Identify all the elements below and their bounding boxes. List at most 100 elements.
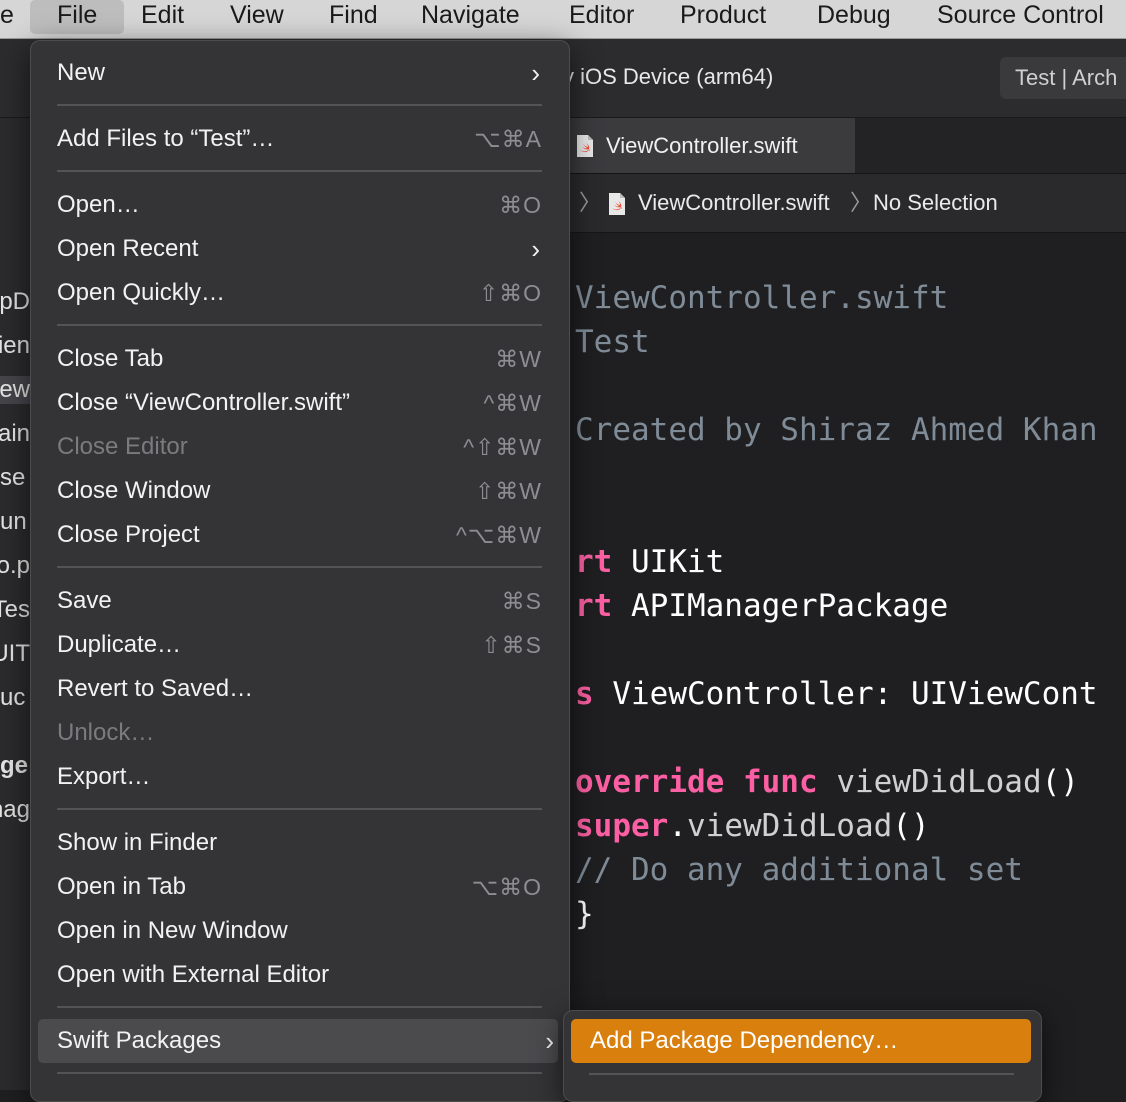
menubar-item-product[interactable]: Product xyxy=(680,0,766,38)
menu-item-label: Unlock… xyxy=(57,719,155,746)
menu-item-save[interactable]: Save ⌘S xyxy=(57,581,542,621)
menubar-item-edit[interactable]: Edit xyxy=(141,0,184,38)
menu-item-label: Save xyxy=(57,587,112,614)
menu-separator xyxy=(57,1072,542,1074)
menu-item-open[interactable]: Open… ⌘O xyxy=(57,185,542,225)
code-line: ViewController.swift xyxy=(575,280,949,316)
menu-item-label: Add Files to “Test”… xyxy=(57,125,275,152)
menu-separator xyxy=(589,1073,1014,1075)
menu-item-open-recent[interactable]: Open Recent › xyxy=(57,229,542,269)
menu-separator xyxy=(57,104,542,106)
menu-item-label: Revert to Saved… xyxy=(57,675,254,702)
menu-shortcut: ⌥⌘A xyxy=(474,126,542,152)
project-navigator: ppD ien ew ain se un o.p Tes UIT uc ge n… xyxy=(0,118,30,1090)
navigator-item[interactable]: o.p xyxy=(0,552,30,580)
swift-file-icon xyxy=(609,193,625,215)
code-line: rt APIManagerPackage xyxy=(575,588,949,624)
menu-shortcut: ⌥⌘O xyxy=(471,874,542,900)
menu-item-label: Swift Packages xyxy=(57,1027,222,1054)
jumpbar-selection[interactable]: No Selection xyxy=(873,174,998,232)
chevron-right-icon: 〉 xyxy=(579,190,602,215)
source-editor[interactable] xyxy=(563,233,1126,1090)
menu-item-add-package-dependency[interactable]: Add Package Dependency… xyxy=(571,1019,1031,1063)
menu-item-duplicate[interactable]: Duplicate… ⇧⌘S xyxy=(57,625,542,665)
menu-item-show-in-finder[interactable]: Show in Finder xyxy=(57,823,542,863)
menu-item-open-new-window[interactable]: Open in New Window xyxy=(57,911,542,951)
menu-separator xyxy=(57,170,542,172)
menu-item-revert[interactable]: Revert to Saved… xyxy=(57,669,542,709)
menu-item-add-files[interactable]: Add Files to “Test”… ⌥⌘A xyxy=(57,119,542,159)
menu-item-swift-packages[interactable]: Swift Packages › xyxy=(57,1021,554,1061)
menu-shortcut: ^⌘W xyxy=(483,390,542,416)
menu-item-export[interactable]: Export… xyxy=(57,757,542,797)
menu-item-label: Show in Finder xyxy=(57,829,218,856)
navigator-item[interactable]: ain xyxy=(0,420,30,448)
menu-item-label: Open in Tab xyxy=(57,873,186,900)
menu-shortcut: ⇧⌘W xyxy=(475,478,542,504)
code-line: super.viewDidLoad() xyxy=(575,808,930,844)
menu-item-close-editor: Close Editor ^⇧⌘W xyxy=(57,427,542,467)
menubar-item-view[interactable]: View xyxy=(230,0,284,38)
activity-status: Test | Arch xyxy=(1000,57,1126,99)
navigator-group-header[interactable]: ge xyxy=(0,752,30,780)
menu-item-open-external[interactable]: Open with External Editor xyxy=(57,955,542,995)
menu-item-label: Duplicate… xyxy=(57,631,182,658)
menu-item-label: Open… xyxy=(57,191,140,218)
swift-file-icon xyxy=(577,135,593,157)
menubar-item-debug[interactable]: Debug xyxy=(817,0,891,38)
navigator-item[interactable]: nag xyxy=(0,796,30,824)
navigator-item[interactable]: un xyxy=(0,508,30,536)
navigator-item[interactable]: ien xyxy=(0,332,30,360)
menubar-item-editor[interactable]: Editor xyxy=(569,0,634,38)
scheme-destination[interactable]: y iOS Device (arm64) xyxy=(563,64,773,90)
navigator-item[interactable]: UIT xyxy=(0,640,30,668)
menu-separator xyxy=(57,808,542,810)
navigator-item[interactable]: Tes xyxy=(0,596,30,624)
menu-shortcut: ^⇧⌘W xyxy=(463,434,542,460)
menu-item-label: Open Quickly… xyxy=(57,279,226,306)
code-line: rt UIKit xyxy=(575,544,725,580)
chevron-right-icon: 〉 xyxy=(850,190,873,215)
menu-item-label: Close “ViewController.swift” xyxy=(57,389,350,416)
menubar-item-navigate[interactable]: Navigate xyxy=(421,0,520,38)
code-line: override func viewDidLoad() xyxy=(575,764,1079,800)
menu-item-close-project[interactable]: Close Project ^⌥⌘W xyxy=(57,515,542,555)
menubar-item-find[interactable]: Find xyxy=(329,0,378,38)
navigator-item[interactable]: uc xyxy=(0,684,30,712)
menu-item-close-window[interactable]: Close Window ⇧⌘W xyxy=(57,471,542,511)
menu-shortcut: ⇧⌘S xyxy=(481,632,542,658)
tab-viewcontroller[interactable]: ViewController.swift xyxy=(563,118,855,173)
chevron-right-icon: › xyxy=(531,58,540,88)
menu-shortcut: ^⌥⌘W xyxy=(455,522,542,548)
tab-label: ViewController.swift xyxy=(606,133,798,158)
menubar-item-app[interactable]: e xyxy=(0,0,14,38)
menubar-item-source-control[interactable]: Source Control xyxy=(937,0,1104,38)
menu-item-label: Export… xyxy=(57,763,151,790)
code-line: } xyxy=(575,896,594,932)
menu-separator xyxy=(57,324,542,326)
navigator-item[interactable]: se xyxy=(0,464,30,492)
menu-item-close-tab[interactable]: Close Tab ⌘W xyxy=(57,339,542,379)
menu-item-open-quickly[interactable]: Open Quickly… ⇧⌘O xyxy=(57,273,542,313)
menu-item-new[interactable]: New › xyxy=(57,53,542,93)
menubar-item-file[interactable]: File xyxy=(30,0,125,34)
menu-item-unlock: Unlock… xyxy=(57,713,542,753)
menu-item-label: Open in New Window xyxy=(57,917,288,944)
menu-item-label: New xyxy=(57,59,106,86)
navigator-item-selected[interactable]: ew xyxy=(0,376,30,404)
code-line: // Do any additional set xyxy=(575,852,1023,888)
swift-packages-submenu: Add Package Dependency… xyxy=(563,1010,1042,1102)
navigator-item[interactable]: ppD xyxy=(0,288,30,316)
menu-item-label: Open with External Editor xyxy=(57,961,330,988)
menu-shortcut: ⇧⌘O xyxy=(478,280,542,306)
menu-separator xyxy=(57,566,542,568)
menu-item-close-file[interactable]: Close “ViewController.swift” ^⌘W xyxy=(57,383,542,423)
menu-item-open-in-tab[interactable]: Open in Tab ⌥⌘O xyxy=(57,867,542,907)
code-line: Test xyxy=(575,324,650,360)
menu-separator xyxy=(57,1006,542,1008)
menu-bar: e File Edit View Find Navigate Editor Pr… xyxy=(0,0,1126,39)
chevron-right-icon: › xyxy=(531,234,540,264)
jumpbar-file[interactable]: ViewController.swift xyxy=(638,174,830,232)
menu-shortcut: ⌘S xyxy=(501,588,542,614)
menu-shortcut: ⌘W xyxy=(495,346,542,372)
